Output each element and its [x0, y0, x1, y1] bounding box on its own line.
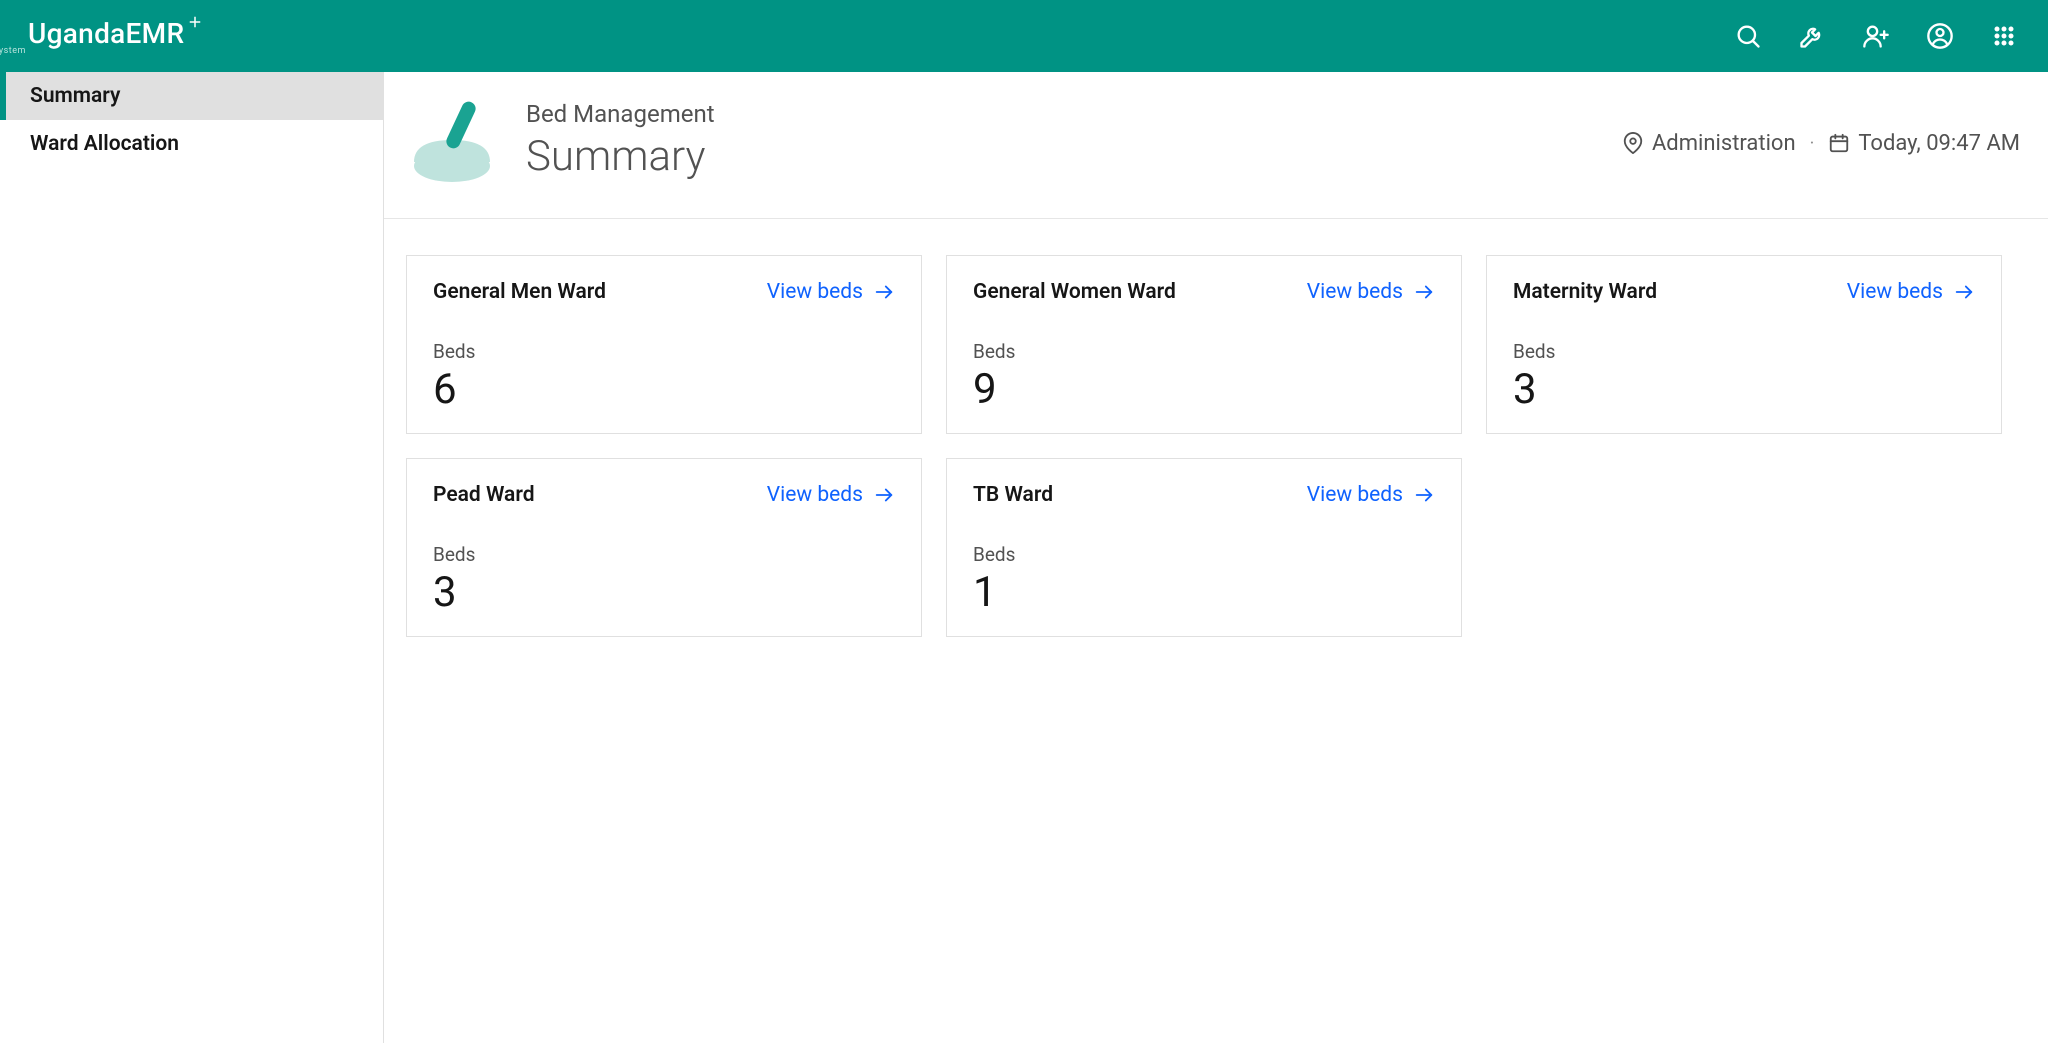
- card-grid: General Men Ward View beds Beds 6 Genera: [406, 255, 2026, 637]
- page-header-left: Bed Management Summary: [402, 90, 715, 190]
- arrow-right-icon: [873, 281, 895, 303]
- location-pin-icon: [1622, 132, 1644, 154]
- location-text: Administration: [1652, 131, 1796, 156]
- datetime-text: Today, 09:47 AM: [1858, 131, 2020, 156]
- sidebar-item-label: Ward Allocation: [30, 132, 179, 156]
- arrow-right-icon: [1413, 484, 1435, 506]
- view-beds-link[interactable]: View beds: [1847, 280, 1975, 304]
- view-beds-label: View beds: [767, 483, 863, 507]
- view-beds-link[interactable]: View beds: [767, 483, 895, 507]
- logo-tagline: Medical Records System: [0, 46, 202, 56]
- app-header: UgandaEMR Medical Records System: [0, 0, 2048, 72]
- view-beds-link[interactable]: View beds: [1307, 280, 1435, 304]
- sidebar-item-ward-allocation[interactable]: Ward Allocation: [0, 120, 383, 168]
- arrow-right-icon: [1953, 281, 1975, 303]
- sidebar-item-label: Summary: [30, 84, 120, 108]
- ward-name: General Women Ward: [973, 280, 1176, 304]
- ward-card-maternity: Maternity Ward View beds Beds 3: [1486, 255, 2002, 434]
- ward-card-tb: TB Ward View beds Beds 1: [946, 458, 1462, 637]
- page-title: Summary: [526, 132, 715, 181]
- page-header-meta: Administration · Today, 09:47 AM: [1622, 125, 2020, 156]
- wrench-icon[interactable]: [1798, 22, 1826, 50]
- view-beds-link[interactable]: View beds: [767, 280, 895, 304]
- datetime-meta: Today, 09:47 AM: [1828, 131, 2020, 156]
- beds-label: Beds: [973, 543, 1435, 566]
- beds-label: Beds: [1513, 340, 1975, 363]
- beds-count: 1: [973, 572, 1435, 614]
- view-beds-link[interactable]: View beds: [1307, 483, 1435, 507]
- arrow-right-icon: [1413, 281, 1435, 303]
- calendar-icon: [1828, 132, 1850, 154]
- view-beds-label: View beds: [1847, 280, 1943, 304]
- add-user-icon[interactable]: [1862, 22, 1890, 50]
- main-layout: Summary Ward Allocation Bed Management S…: [0, 72, 2048, 1043]
- arrow-right-icon: [873, 484, 895, 506]
- beds-count: 6: [433, 369, 895, 411]
- separator-dot: ·: [1810, 133, 1815, 154]
- beds-count: 9: [973, 369, 1435, 411]
- ward-card-general-women: General Women Ward View beds Beds 9: [946, 255, 1462, 434]
- beds-count: 3: [1513, 369, 1975, 411]
- beds-count: 3: [433, 572, 895, 614]
- view-beds-label: View beds: [1307, 280, 1403, 304]
- cards-area: General Men Ward View beds Beds 6 Genera: [384, 219, 2048, 673]
- mortar-pestle-icon: [402, 90, 502, 190]
- sidebar-item-summary[interactable]: Summary: [0, 72, 383, 120]
- ward-name: TB Ward: [973, 483, 1053, 507]
- view-beds-label: View beds: [1307, 483, 1403, 507]
- location-meta: Administration: [1622, 131, 1796, 156]
- logo-plus-icon: [186, 13, 204, 35]
- apps-grid-icon[interactable]: [1990, 22, 2018, 50]
- breadcrumb: Bed Management: [526, 100, 715, 128]
- sidebar: Summary Ward Allocation: [0, 72, 384, 1043]
- header-tools: [1734, 22, 2028, 50]
- ward-name: General Men Ward: [433, 280, 606, 304]
- logo[interactable]: UgandaEMR Medical Records System: [28, 17, 202, 56]
- view-beds-label: View beds: [767, 280, 863, 304]
- beds-label: Beds: [433, 543, 895, 566]
- ward-name: Pead Ward: [433, 483, 535, 507]
- beds-label: Beds: [973, 340, 1435, 363]
- user-account-icon[interactable]: [1926, 22, 1954, 50]
- ward-name: Maternity Ward: [1513, 280, 1657, 304]
- main-content: Bed Management Summary Administration ·: [384, 72, 2048, 1043]
- search-icon[interactable]: [1734, 22, 1762, 50]
- ward-card-general-men: General Men Ward View beds Beds 6: [406, 255, 922, 434]
- beds-label: Beds: [433, 340, 895, 363]
- page-header: Bed Management Summary Administration ·: [384, 72, 2048, 219]
- ward-card-pead: Pead Ward View beds Beds 3: [406, 458, 922, 637]
